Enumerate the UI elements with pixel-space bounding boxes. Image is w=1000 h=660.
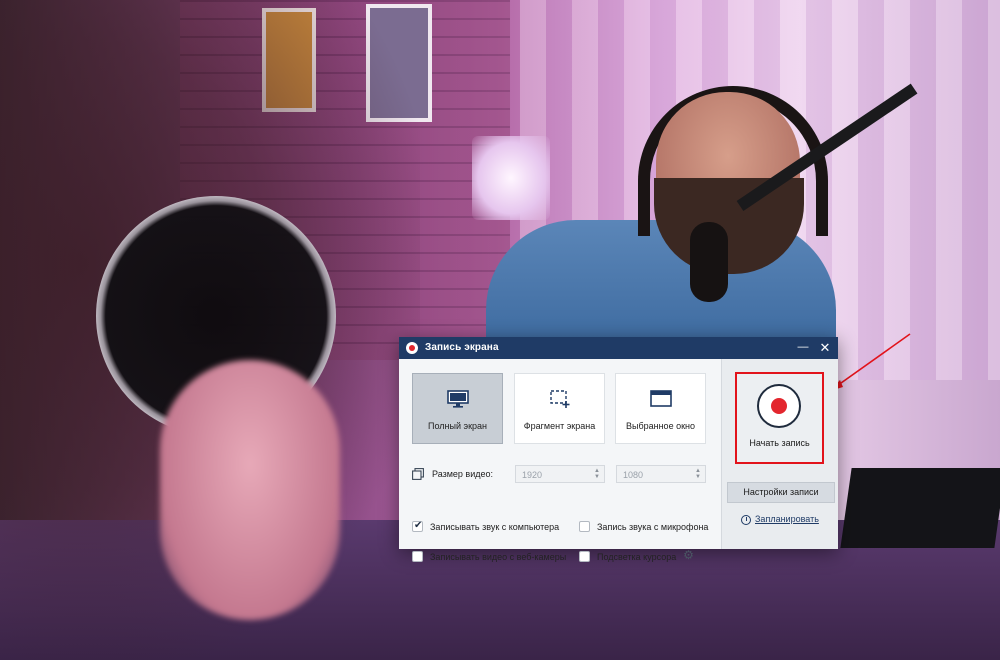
region-select-icon	[550, 390, 570, 408]
height-value: 1080	[623, 470, 644, 480]
video-size-row: Размер видео: 1920 ▲ ▼ 1080 ▲ ▼	[412, 465, 712, 483]
close-button[interactable]: ✕	[818, 340, 832, 356]
record-pane: Начать запись Настройки записи Запланиро…	[721, 359, 838, 549]
checkbox[interactable]	[412, 551, 423, 562]
mode-label: Выбранное окно	[625, 421, 695, 431]
checkbox[interactable]	[579, 521, 590, 532]
record-icon	[757, 384, 801, 428]
record-dot	[771, 398, 787, 414]
window-icon	[650, 390, 672, 407]
option-label: Записывать видео с веб-камеры	[430, 552, 567, 562]
lamp	[472, 136, 550, 220]
foreground-hand	[160, 360, 340, 620]
width-spinbox[interactable]: 1920 ▲ ▼	[515, 465, 605, 483]
option-label: Запись звука с микрофона	[597, 522, 709, 532]
laptop	[840, 468, 1000, 548]
video-size-label: Размер видео:	[432, 469, 494, 479]
option-label: Записывать звук с компьютера	[430, 522, 560, 532]
checkbox[interactable]	[579, 551, 590, 562]
screen-recorder-window: Запись экрана — ✕ Полный экран Фрагмент …	[399, 337, 838, 562]
recording-settings-button[interactable]: Настройки записи	[727, 482, 835, 503]
mode-region[interactable]: Фрагмент экрана	[514, 373, 605, 444]
resize-icon	[412, 468, 424, 480]
schedule-label: Запланировать	[755, 514, 819, 524]
checkbox-checked[interactable]	[412, 520, 423, 532]
mode-window[interactable]: Выбранное окно	[615, 373, 706, 444]
width-value: 1920	[522, 470, 543, 480]
spin-arrows-icon[interactable]: ▲ ▼	[695, 468, 701, 480]
microphone	[690, 222, 728, 302]
window-title: Запись экрана	[425, 342, 499, 353]
monitor-icon	[447, 390, 469, 408]
mode-label: Фрагмент экрана	[523, 421, 596, 431]
start-recording-button[interactable]: Начать запись	[735, 372, 824, 464]
minimize-button[interactable]: —	[797, 341, 809, 355]
spin-arrows-icon[interactable]: ▲ ▼	[594, 468, 600, 480]
start-recording-label: Начать запись	[749, 438, 810, 448]
height-spinbox[interactable]: 1080 ▲ ▼	[616, 465, 706, 483]
mode-label: Полный экран	[427, 421, 487, 431]
title-bar: Запись экрана — ✕	[399, 337, 838, 359]
clock-icon	[741, 515, 751, 525]
record-app-icon	[406, 342, 418, 354]
option-label: Подсветка курсора	[597, 552, 677, 562]
mode-full-screen[interactable]: Полный экран	[412, 373, 503, 444]
gear-icon[interactable]: ⚙	[682, 549, 695, 562]
capture-options-pane: Полный экран Фрагмент экрана Выбранное о…	[399, 359, 721, 562]
